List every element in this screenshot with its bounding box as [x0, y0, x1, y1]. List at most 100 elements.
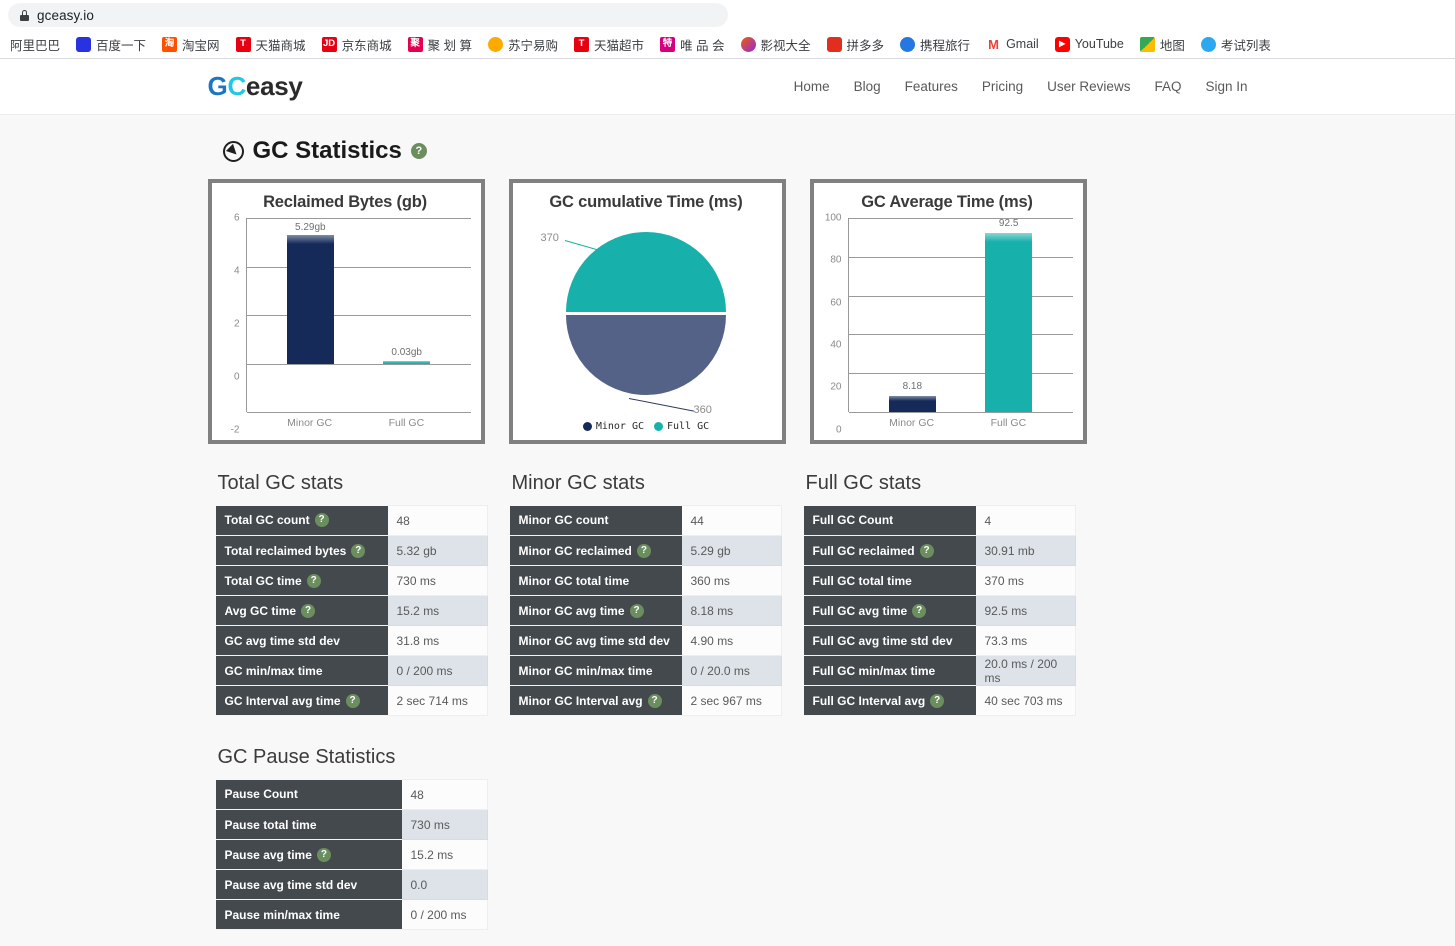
- help-icon[interactable]: ?: [351, 543, 366, 558]
- url-bar-row: gceasy.io: [0, 0, 1455, 30]
- bookmark-label: 苏宁易购: [508, 38, 559, 53]
- pie-slice-full-gc[interactable]: [566, 232, 726, 312]
- help-icon[interactable]: ?: [930, 693, 945, 708]
- legend-label-minor-gc: Minor GC: [595, 421, 644, 432]
- table-cell-key: Full GC reclaimed?: [803, 535, 976, 566]
- legend-item-full-gc[interactable]: Full GC: [654, 421, 709, 432]
- bar-minor-gc[interactable]: [888, 396, 936, 412]
- table-key-label: Minor GC min/max time: [518, 663, 653, 678]
- bar-full-gc[interactable]: [383, 361, 431, 364]
- table-pause: Pause Count 48 Pause total time 730 ms Pause…: [215, 779, 488, 930]
- bookmark-item-13[interactable]: ▶ YouTube: [1047, 35, 1132, 54]
- legend-item-minor-gc[interactable]: Minor GC: [582, 421, 644, 432]
- table-cell-key: Pause avg time std dev: [215, 869, 402, 900]
- main-navigation[interactable]: Home Blog Features Pricing User Reviews FAQ Si…: [794, 79, 1248, 94]
- table-row: Minor GC reclaimed? 5.29 gb: [509, 535, 782, 566]
- nav-link-blog[interactable]: Blog: [854, 79, 881, 94]
- bookmark-item-4[interactable]: JD 京东商城: [314, 33, 400, 56]
- x-axis-average-time: Minor GC Full GC: [848, 414, 1073, 434]
- help-icon[interactable]: ?: [301, 603, 316, 618]
- help-icon[interactable]: ?: [314, 513, 329, 528]
- bookmark-item-9[interactable]: 影视大全: [733, 33, 819, 56]
- table-title-minor-gc: Minor GC stats: [511, 472, 645, 494]
- bookmark-item-10[interactable]: 拼多多: [819, 33, 893, 56]
- nav-link-home[interactable]: Home: [794, 79, 830, 94]
- help-icon[interactable]: ?: [647, 693, 662, 708]
- bookmark-item-6[interactable]: 苏宁易购: [480, 33, 566, 56]
- nav-link-pricing[interactable]: Pricing: [982, 79, 1023, 94]
- table-cell-value: 8.18 ms: [681, 595, 782, 626]
- bookmark-item-14[interactable]: 地图: [1132, 33, 1193, 56]
- pie-slice-minor-gc[interactable]: [566, 315, 726, 395]
- bookmark-label: 京东商城: [341, 38, 392, 53]
- table-minor-gc: Minor GC count 44 Minor GC reclaimed? 5.29 …: [509, 505, 782, 716]
- help-icon[interactable]: ?: [912, 603, 927, 618]
- table-cell-value: 2 sec 967 ms: [681, 685, 782, 716]
- table-key-label: GC avg time std dev: [224, 633, 340, 648]
- table-row: Pause total time 730 ms: [215, 809, 488, 840]
- bookmark-item-1[interactable]: 百度一下: [68, 33, 154, 56]
- help-icon[interactable]: ?: [306, 573, 321, 588]
- logo-g: G: [207, 71, 228, 101]
- bookmark-item-11[interactable]: 携程旅行: [892, 33, 978, 56]
- yingshidaquan-favicon: [740, 36, 756, 52]
- help-icon[interactable]: ?: [629, 603, 644, 618]
- table-cell-key: Full GC total time: [803, 565, 976, 596]
- bar-label-minor-gc: 5.29gb: [295, 221, 326, 233]
- table-cell-key: Full GC Interval avg?: [803, 685, 976, 716]
- bookmark-item-2[interactable]: 淘淘宝网: [154, 33, 228, 56]
- chart-card-average-time: GC Average Time (ms) 100 80 60 40 20 0 8…: [809, 179, 1087, 444]
- table-key-label: Full GC Count: [812, 513, 894, 528]
- table-key-label: Pause Count: [224, 787, 298, 802]
- logo-c: C: [227, 71, 246, 101]
- pie-label-minor-gc: 360: [693, 404, 712, 416]
- bookmark-item-0[interactable]: 阿里巴巴: [2, 33, 68, 56]
- table-cell-value: 92.5 ms: [975, 595, 1076, 626]
- juhuasuan-favicon: 聚: [407, 36, 423, 52]
- table-row: Pause avg time? 15.2 ms: [215, 839, 488, 870]
- address-bar[interactable]: gceasy.io: [8, 3, 728, 27]
- table-row: Full GC reclaimed? 30.91 mb: [803, 535, 1076, 566]
- help-icon[interactable]: ?: [636, 543, 651, 558]
- bookmark-item-8[interactable]: 特唯 品 会: [652, 33, 732, 56]
- help-icon[interactable]: ?: [316, 847, 331, 862]
- nav-link-sign-in[interactable]: Sign In: [1205, 79, 1247, 94]
- bar-minor-gc[interactable]: [286, 235, 334, 364]
- bookmark-label: Gmail: [1006, 37, 1039, 51]
- table-row: Full GC Count 4: [803, 505, 1076, 536]
- bookmark-item-5[interactable]: 聚聚 划 算: [400, 33, 480, 56]
- table-cell-key: GC avg time std dev: [215, 625, 388, 656]
- bookmark-item-7[interactable]: T 天猫超市: [566, 33, 652, 56]
- bookmark-label: 淘宝网: [182, 38, 220, 53]
- bookmark-label: 聚 划 算: [427, 38, 473, 53]
- bookmark-item-12[interactable]: M Gmail: [978, 35, 1047, 54]
- y-tick: 0: [233, 371, 240, 383]
- table-key-label: Avg GC time: [224, 603, 297, 618]
- y-tick: 60: [830, 297, 842, 309]
- nav-link-faq[interactable]: FAQ: [1154, 79, 1181, 94]
- help-icon[interactable]: ?: [919, 543, 934, 558]
- table-cell-value: 44: [681, 505, 782, 536]
- help-icon-gc-statistics[interactable]: ?: [410, 143, 427, 159]
- url-text: gceasy.io: [37, 7, 94, 23]
- legend-dot-minor-gc: [582, 422, 592, 431]
- table-block-total-gc: Total GC stats Total GC count? 48 Total re…: [215, 472, 488, 716]
- bar-full-gc[interactable]: [985, 232, 1033, 412]
- x-label-full-gc: Full GC: [388, 417, 425, 429]
- bookmark-item-15[interactable]: 考试列表: [1193, 33, 1279, 56]
- help-icon[interactable]: ?: [345, 693, 360, 708]
- table-cell-value: 5.29 gb: [681, 535, 782, 566]
- nav-link-user-reviews[interactable]: User Reviews: [1047, 79, 1130, 94]
- bookmarks-bar[interactable]: 阿里巴巴 百度一下淘淘宝网 T 天猫商城 JD 京东商城聚聚 划 算 苏宁易购 T 天猫超市特唯…: [0, 30, 1455, 58]
- y-tick: 6: [233, 212, 240, 224]
- y-axis-reclaimed-bytes: 6 4 2 0 -2: [218, 213, 244, 436]
- table-cell-value: 370 ms: [975, 565, 1076, 596]
- nav-link-features[interactable]: Features: [905, 79, 958, 94]
- bookmark-item-3[interactable]: T 天猫商城: [228, 33, 314, 56]
- gridline: [246, 363, 471, 365]
- table-cell-key: Minor GC min/max time: [509, 655, 682, 686]
- table-row: Full GC Interval avg? 40 sec 703 ms: [803, 685, 1076, 716]
- table-key-label: Minor GC avg time: [518, 603, 625, 618]
- maps-favicon: [1139, 36, 1155, 52]
- gceasy-logo[interactable]: GCeasy: [208, 71, 303, 102]
